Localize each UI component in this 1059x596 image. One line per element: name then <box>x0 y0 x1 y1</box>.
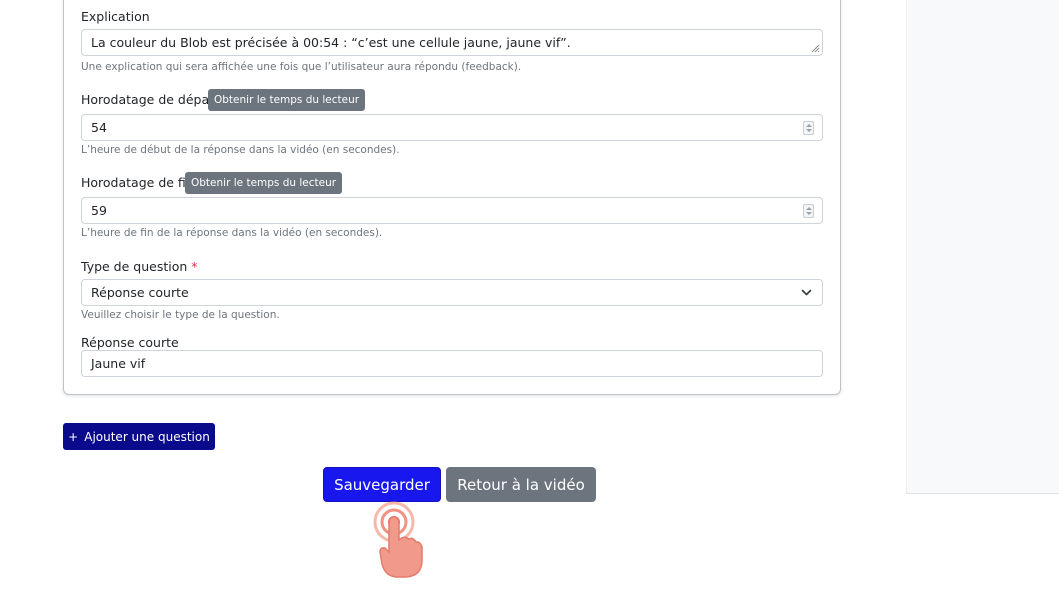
short-answer-input[interactable]: Jaune vif <box>81 350 823 377</box>
spinner-icon[interactable] <box>803 121 814 135</box>
start-time-value: 54 <box>91 120 107 135</box>
question-type-select[interactable]: Réponse courte <box>81 279 823 306</box>
chevron-down-icon <box>801 289 812 296</box>
explanation-label: Explication <box>81 9 150 24</box>
plus-icon: + <box>68 429 79 444</box>
short-answer-value: Jaune vif <box>91 356 146 371</box>
tap-cursor-icon <box>373 501 423 578</box>
start-time-label: Horodatage de départ <box>81 92 220 107</box>
end-time-value: 59 <box>91 203 107 218</box>
right-side-panel <box>906 0 1059 494</box>
question-type-help: Veuillez choisir le type de la question. <box>81 309 280 321</box>
end-time-label: Horodatage de fin <box>81 175 194 190</box>
back-to-video-button[interactable]: Retour à la vidéo <box>446 467 596 502</box>
add-question-label: Ajouter une question <box>84 429 210 444</box>
explanation-textarea[interactable]: La couleur du Blob est précisée à 00:54 … <box>81 29 823 56</box>
question-type-label-text: Type de question <box>81 259 188 274</box>
get-end-time-button[interactable]: Obtenir le temps du lecteur <box>185 172 343 194</box>
resize-handle-icon[interactable] <box>811 44 820 53</box>
question-type-label: Type de question * <box>81 259 198 274</box>
get-start-time-button[interactable]: Obtenir le temps du lecteur <box>208 89 366 111</box>
short-answer-label: Réponse courte <box>81 335 179 350</box>
explanation-help: Une explication qui sera affichée une fo… <box>81 61 522 73</box>
explanation-value: La couleur du Blob est précisée à 00:54 … <box>91 35 571 50</box>
start-time-input[interactable]: 54 <box>81 114 823 141</box>
save-button[interactable]: Sauvegarder <box>323 467 441 502</box>
add-question-button[interactable]: + Ajouter une question <box>63 423 215 450</box>
required-mark: * <box>191 259 198 274</box>
spinner-icon[interactable] <box>803 204 814 218</box>
question-type-selected: Réponse courte <box>91 285 189 300</box>
start-time-help: L’heure de début de la réponse dans la v… <box>81 144 400 156</box>
end-time-help: L’heure de fin de la réponse dans la vid… <box>81 227 383 239</box>
end-time-input[interactable]: 59 <box>81 197 823 224</box>
